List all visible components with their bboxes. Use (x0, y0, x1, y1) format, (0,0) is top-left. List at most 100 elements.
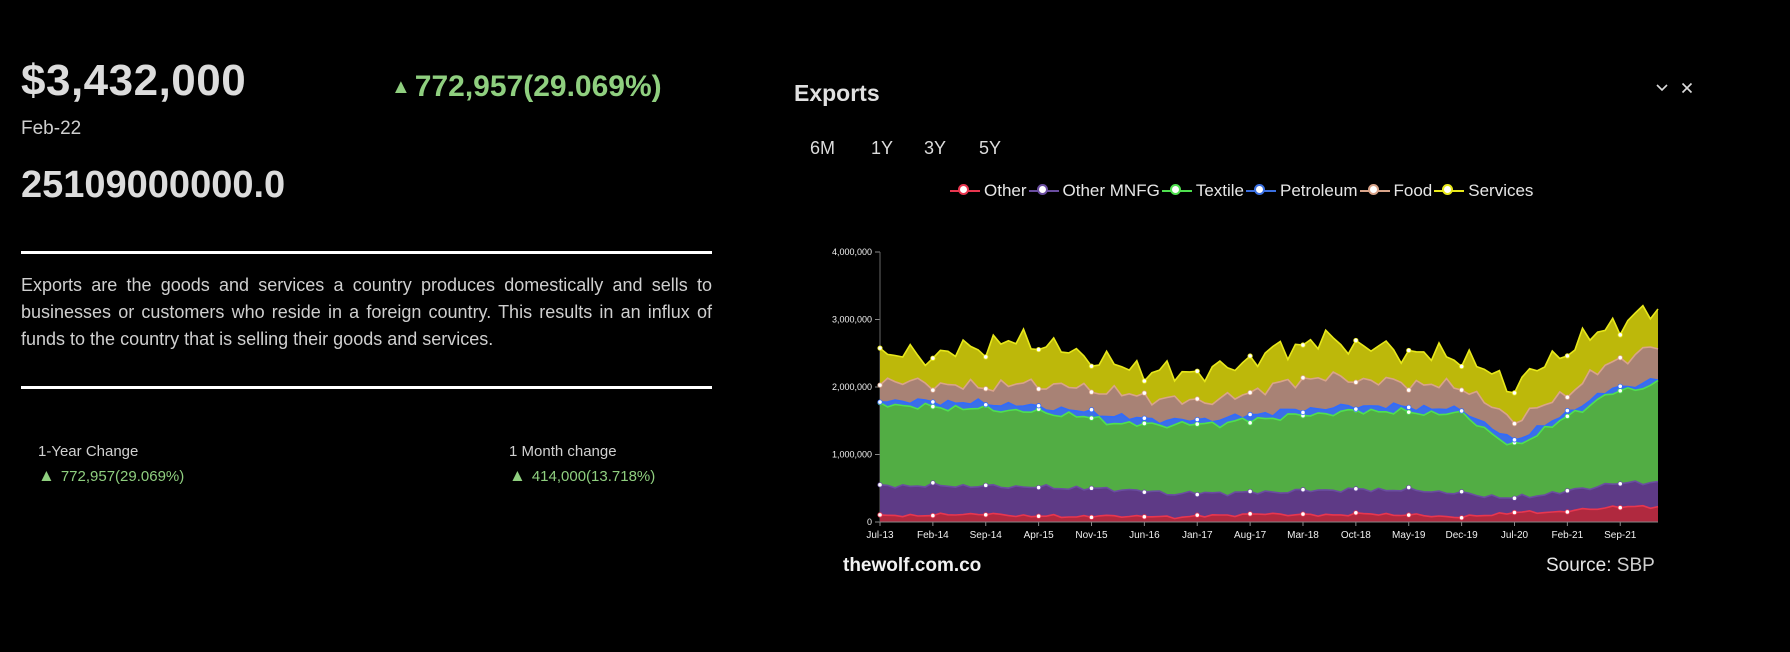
stat-1mo-value: 414,000(13.718%) (531, 468, 656, 485)
x-tick-label: Feb-21 (1552, 530, 1584, 541)
legend-label: Food (1393, 181, 1433, 200)
up-arrow-icon: ▲ (38, 466, 55, 485)
data-point (1141, 489, 1147, 495)
legend-item-other-mnfg[interactable]: Other MNFG (1028, 181, 1160, 201)
legend-marker-icon (1161, 183, 1192, 199)
x-tick-label: Sep-21 (1604, 530, 1637, 541)
data-point (1406, 484, 1412, 491)
data-point (1247, 389, 1253, 396)
data-point (1459, 363, 1465, 370)
stat-1yr-label: 1-Year Change (38, 443, 139, 460)
legend-label: Textile (1195, 181, 1245, 200)
data-point (930, 387, 936, 393)
data-point (1564, 509, 1570, 515)
data-point (1511, 509, 1518, 516)
y-tick-label: 3,000,000 (832, 315, 872, 325)
total-value: 25109000000.0 (21, 164, 286, 206)
x-tick-label: Sep-14 (970, 530, 1003, 541)
x-tick-label: May-19 (1392, 530, 1426, 541)
source-label: Source: (1546, 555, 1612, 576)
data-point (1247, 353, 1253, 359)
data-point (1564, 394, 1570, 400)
source-text: Source: SBP (1546, 555, 1655, 577)
data-point (1088, 407, 1095, 413)
data-point (1617, 481, 1623, 487)
y-tick-label: 1,000,000 (832, 450, 872, 460)
data-point (1564, 407, 1570, 414)
data-point (1088, 514, 1095, 520)
data-point (930, 513, 936, 519)
divider-top (21, 251, 712, 254)
source-value: SBP (1616, 555, 1655, 576)
data-point (1247, 420, 1253, 426)
period-date: Feb-22 (21, 118, 82, 139)
x-tick-label: Apr-15 (1024, 530, 1054, 541)
data-point (1406, 409, 1412, 415)
description-text: Exports are the goods and services a cou… (21, 275, 712, 349)
data-point (1353, 406, 1359, 412)
data-point (1406, 512, 1412, 518)
legend-marker-icon (1434, 183, 1465, 199)
legend-item-other[interactable]: Other (950, 181, 1027, 201)
chart-legend: Other Other MNFG Textile Petroleum Food Servi… (950, 181, 1535, 201)
legend-label: Other MNFG (1062, 181, 1160, 200)
data-point (1511, 437, 1518, 443)
data-point (983, 512, 989, 518)
legend-item-services[interactable]: Services (1434, 181, 1533, 201)
data-point (877, 482, 883, 488)
data-point (930, 480, 936, 486)
range-5y-button[interactable]: 5Y (979, 138, 1001, 159)
current-value: $3,432,000 (21, 56, 247, 105)
y-tick-label: 0 (867, 517, 872, 527)
range-6m-button[interactable]: 6M (810, 138, 835, 159)
legend-marker-icon (950, 183, 980, 199)
legend-label: Other (984, 181, 1027, 200)
data-point (1617, 505, 1623, 511)
header-change-value: 772,957(29.069%) (414, 70, 662, 103)
data-point (1353, 510, 1359, 516)
range-3y-button[interactable]: 3Y (924, 138, 946, 159)
x-tick-label: Aug-17 (1234, 530, 1267, 541)
data-point (1036, 484, 1042, 491)
legend-marker-icon (1028, 183, 1059, 199)
data-point (1564, 413, 1570, 419)
legend-item-petroleum[interactable]: Petroleum (1246, 181, 1358, 201)
data-point (1617, 383, 1623, 389)
x-tick-label: Jun-16 (1129, 530, 1160, 541)
data-point (1194, 396, 1200, 402)
stat-1mo-label: 1 Month change (509, 443, 617, 460)
legend-item-food[interactable]: Food (1359, 181, 1433, 201)
data-point (1511, 495, 1518, 501)
x-tick-label: Dec-19 (1445, 530, 1478, 541)
data-point (1247, 411, 1253, 418)
data-point (1564, 353, 1570, 359)
data-point (1459, 489, 1465, 495)
data-point (1511, 421, 1518, 427)
data-point (1247, 511, 1253, 517)
data-point (983, 354, 989, 360)
y-tick-label: 4,000,000 (832, 247, 872, 257)
data-point (1036, 386, 1042, 392)
data-point (1194, 368, 1200, 374)
data-point (1300, 375, 1306, 381)
legend-label: Services (1468, 181, 1534, 200)
data-point (1194, 512, 1200, 518)
data-point (1300, 409, 1306, 416)
header-change: ▲ 772,957(29.069%) (391, 70, 662, 104)
data-point (877, 345, 883, 351)
data-point (1088, 363, 1095, 369)
data-point (1036, 346, 1042, 353)
legend-item-textile[interactable]: Textile (1161, 181, 1245, 201)
data-point (1406, 404, 1412, 410)
close-icon[interactable] (1679, 80, 1695, 101)
legend-marker-icon (1246, 183, 1277, 199)
data-point (930, 355, 936, 361)
x-tick-label: Nov-15 (1075, 530, 1108, 541)
data-point (1141, 378, 1147, 384)
data-point (877, 382, 883, 388)
range-1y-button[interactable]: 1Y (871, 138, 893, 159)
data-point (1141, 420, 1147, 427)
data-point (1353, 486, 1359, 492)
data-point (1194, 421, 1200, 427)
chevron-down-icon[interactable] (1654, 80, 1670, 101)
